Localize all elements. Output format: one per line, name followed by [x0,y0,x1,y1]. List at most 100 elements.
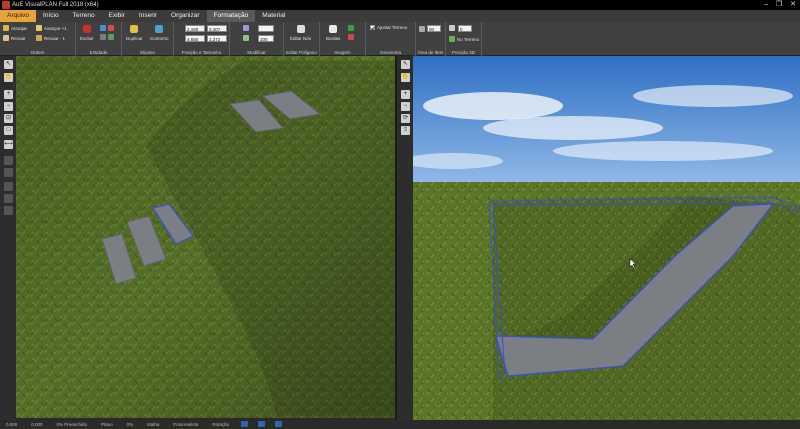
rotate-tool[interactable] [243,25,249,31]
recuar-button[interactable]: Recuar [3,35,26,41]
zoom-in-icon[interactable]: + [401,90,410,99]
color-swatch-icon [348,34,354,40]
perspective-view [413,56,800,420]
y-position-field[interactable]: 4,650 [185,35,205,42]
scale-tool[interactable] [243,35,249,41]
group-posicao-3d: 0 No Terreno Posição 3D [446,22,482,56]
bordas-button[interactable]: Bordas [326,25,340,41]
tab-exibir[interactable]: Exibir [102,10,132,22]
elevation-tool[interactable] [449,25,455,31]
group-label-elipses: Elipses [140,50,155,55]
tab-arquivo[interactable]: Arquivo [0,10,37,22]
measure-icon[interactable]: ⟷ [4,140,13,149]
send-back-icon [3,35,9,41]
zoom-out-icon[interactable]: − [401,102,410,111]
select-tool-icon[interactable]: ↖ [4,60,13,69]
bring-forward-icon [36,25,42,31]
layers-icon[interactable] [4,168,13,177]
terrain-shading [16,56,395,418]
pan-tool-icon[interactable]: ✋ [4,73,13,82]
ajustar-terreno-checkbox[interactable]: Ajustar Terreno [370,25,407,30]
borders-icon [329,25,338,33]
zoom-window-icon[interactable]: □ [4,126,13,135]
ortho-icon[interactable] [4,194,13,203]
group-elipses: Duplicar Contorno Elipses [122,22,174,56]
arranjar-button[interactable]: Arranjar [3,25,27,31]
zoom-out-icon[interactable]: − [4,102,13,111]
tab-organizar[interactable]: Organizar [164,10,207,22]
tab-formatacao[interactable]: Formatação [206,10,256,22]
minimize-icon[interactable]: – [764,0,768,10]
select-tool-icon[interactable]: ↖ [401,60,410,69]
status-rotacao[interactable]: Rotação [210,420,231,429]
edit-nodes-icon [296,25,305,33]
orbit-icon[interactable]: ⟳ [401,114,410,123]
cloud [553,141,773,161]
x-position-field[interactable]: 2,180 [185,25,205,32]
entity-tool-2[interactable] [100,34,114,40]
group-geometria: Ajustar Terreno Geometria [366,22,416,56]
tab-inserir[interactable]: Inserir [132,10,164,22]
zoom-in-icon[interactable]: + [4,90,13,99]
window-controls: – ❐ ✕ [764,0,796,10]
duplicate-icon [130,25,139,33]
entity-tool-1[interactable] [100,25,114,31]
editar-nos-button[interactable]: Editar Nós [290,25,311,41]
width-field[interactable]: 3,407 [207,25,227,32]
elevation-field[interactable]: 0 [458,25,472,32]
app-icon [2,1,10,9]
tab-terreno[interactable]: Terreno [66,10,102,22]
recuar-1-button[interactable]: Recuar - 1 [36,35,65,41]
right-toolstrip: ↖ ✋ + − ⟳ ⇧ [397,56,413,420]
close-icon[interactable]: ✕ [790,0,796,10]
view-mode-icon[interactable] [258,421,266,427]
area-tool[interactable] [419,26,425,32]
terrain-view [16,56,395,418]
group-label-imagem: Imagem [334,50,351,55]
image-color-2[interactable] [348,34,354,40]
window-title: AuE VisualPLAN Full 2018 (x64) [12,2,99,8]
terrain-icon [449,36,455,42]
excluir-button[interactable]: Excluir [80,25,94,41]
group-posicao-tamanho: 2,180 4,650 3,407 1,272 Posição e Tamanh… [174,22,230,56]
modificar-percent-field[interactable]: 100 [258,35,274,42]
grid-icon[interactable] [4,156,13,165]
walk-icon[interactable]: ⇧ [401,126,410,135]
cloud [633,85,793,107]
group-label-geometria: Geometria [379,50,401,55]
entity-icon [100,25,106,31]
no-terreno-button[interactable]: No Terreno [449,36,479,42]
view-options-icon[interactable] [4,206,13,215]
entity-settings-icon [100,34,106,40]
title-bar: AuE VisualPLAN Full 2018 (x64) – ❐ ✕ [0,0,800,10]
view-mode-icon[interactable] [275,421,283,427]
viewport-top[interactable] [16,56,395,418]
group-label-poligono: Editar Polígono [286,50,317,55]
avancar-button[interactable]: Avançar +1 [36,25,67,31]
restore-icon[interactable]: ❐ [776,0,782,10]
snap-icon[interactable] [4,182,13,191]
checkbox-icon [370,25,375,30]
color-swatch-icon [348,25,354,31]
elevation-icon [449,25,455,31]
viewport-3d[interactable] [413,56,800,420]
delete-icon [82,25,91,33]
tab-inicio[interactable]: Início [36,10,66,22]
height-field[interactable]: 1,272 [207,35,227,42]
zoom-fit-icon[interactable]: ⊡ [4,114,13,123]
contorno-button[interactable]: Contorno [150,25,169,41]
status-y: 0,000 [31,422,43,427]
area-field[interactable]: 00 [427,25,441,32]
scale-icon [243,35,249,41]
group-label-ordem: Ordem [30,50,45,55]
group-label-posicao-3d: Posição 3D [451,50,475,55]
image-color-1[interactable] [348,25,354,31]
status-malha[interactable]: Malha [145,420,161,429]
pan-tool-icon[interactable]: ✋ [401,73,410,82]
modificar-input[interactable] [258,25,274,32]
status-plano[interactable]: Plano [99,420,115,429]
status-fotorrealista[interactable]: Fotorrealista [171,420,200,429]
view-mode-icon[interactable] [241,421,249,427]
duplicar-button[interactable]: Duplicar [126,25,143,41]
tab-material[interactable]: Material [255,10,292,22]
